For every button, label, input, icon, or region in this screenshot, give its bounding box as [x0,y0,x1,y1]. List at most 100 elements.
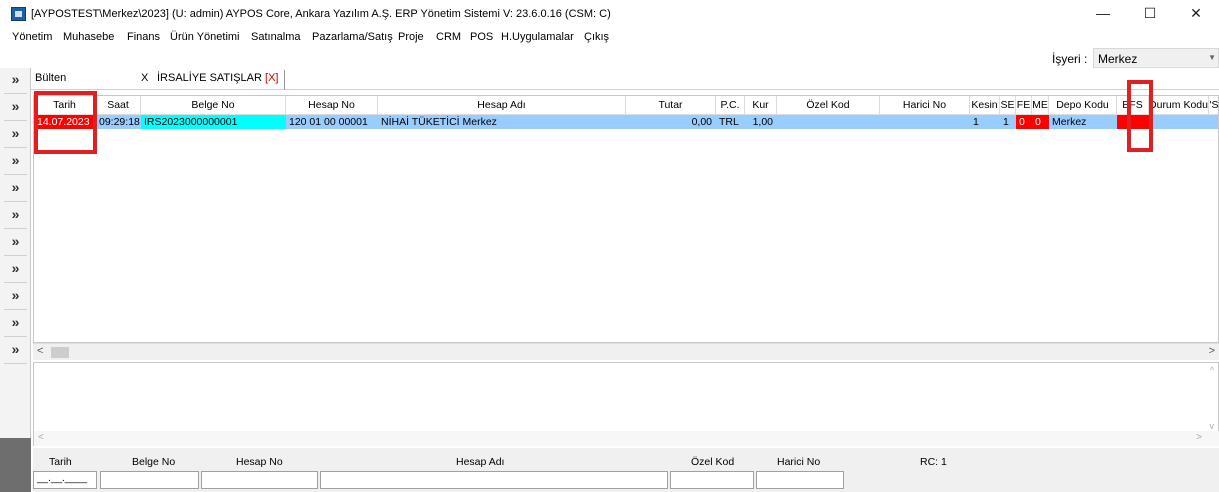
grid-horizontal-scrollbar[interactable]: < > [33,343,1219,360]
tab-irsaliye-satislar[interactable]: İRSALİYE SATIŞLAR [X] [157,70,286,90]
date-mask: __.__.____ [37,473,88,484]
cell-hesap-adi: NİHAİ TÜKETİCİ Merkez [381,116,497,128]
filter-hesap-no-field[interactable] [201,471,318,489]
close-button[interactable]: ✕ [1173,0,1219,27]
chevron-down-icon: ▼ [1208,53,1216,62]
menu-finans[interactable]: Finans [127,31,160,43]
filter-label-hesap-no: Hesap No [236,456,283,468]
cell-kesin: 1 [973,116,979,128]
table-row[interactable]: 14.07.2023 09:29:18 IRS2023000000001 120… [34,115,1218,129]
rail-expand-button[interactable]: » [4,122,27,148]
highlight-box-efs [1127,80,1153,152]
minimize-button[interactable]: — [1080,0,1126,27]
tab-bar: Bülten X İRSALİYE SATIŞLAR [X] [31,68,1219,90]
menu-urun-yonetimi[interactable]: Ürün Yönetimi [170,31,240,43]
rail-expand-button[interactable]: » [4,284,27,310]
cell-saat: 09:29:18 [99,116,140,128]
filter-label-harici-no: Harici No [777,456,821,468]
menu-cikis[interactable]: Çıkış [584,31,609,43]
col-header-hesap-adi[interactable]: Hesap Adı [378,96,626,115]
col-header-tutar[interactable]: Tutar [626,96,716,115]
isyeri-value: Merkez [1098,52,1138,66]
scroll-right-icon[interactable]: > [1196,432,1202,443]
maximize-button[interactable]: ☐ [1127,0,1173,27]
rail-expand-button[interactable]: » [4,257,27,283]
col-header-harici-no[interactable]: Harici No [880,96,970,115]
rail-expand-button[interactable]: » [4,203,27,229]
filter-date-field[interactable]: __.__.____ [33,471,97,489]
filter-label-hesap-adi: Hesap Adı [456,456,505,468]
filter-label-tarih: Tarih [49,456,72,468]
filter-label-ozel-kod: Özel Kod [691,456,735,468]
filter-label-belge-no: Belge No [132,456,176,468]
left-rail: » » » » » » » » » » » [0,68,31,492]
col-header-hesap-no[interactable]: Hesap No [286,96,378,115]
detail-horizontal-scrollbar[interactable]: < > [34,431,1219,446]
scroll-up-icon[interactable]: ^ [1210,365,1214,375]
tab-irsaliye-label: İRSALİYE SATIŞLAR [157,72,262,84]
cell-se: 1 [1003,116,1009,128]
menu-satinalma[interactable]: Satınalma [251,31,301,43]
record-count: RC: 1 [920,456,947,468]
col-header-kur[interactable]: Kur [745,96,777,115]
menu-h-uygulamalar[interactable]: H.Uygulamalar [501,31,574,43]
col-header-extra[interactable]: 'S [1209,96,1218,115]
col-header-saat[interactable]: Saat [96,96,141,115]
menu-yonetim[interactable]: Yönetim [12,31,52,43]
scroll-thumb[interactable] [51,347,69,358]
app-icon [11,7,26,21]
irsaliye-grid: Tarih Saat Belge No Hesap No Hesap Adı T… [33,95,1219,343]
cell-harici-no [880,115,970,129]
filter-ozel-kod-field[interactable] [670,471,754,489]
detail-panel: ^ v < > [33,362,1219,446]
menu-pazarlama-satis[interactable]: Pazarlama/Satış [312,31,393,43]
isyeri-label: İşyeri : [1052,52,1088,66]
filter-harici-no-field[interactable] [756,471,844,489]
cell-hesap-no: 120 01 00 00001 [289,116,368,128]
scroll-right-icon[interactable]: > [1209,345,1215,357]
rail-expand-button[interactable]: » [4,311,27,337]
cell-pc: TRL [719,116,739,128]
scroll-left-icon[interactable]: < [38,432,44,443]
col-header-se[interactable]: SE [1000,96,1016,115]
col-header-me[interactable]: ME [1032,96,1049,115]
highlight-box-tarih [34,91,97,154]
menu-pos[interactable]: POS [470,31,493,43]
menu-crm[interactable]: CRM [436,31,461,43]
menu-bar: Yönetim Muhasebe Finans Ürün Yönetimi Sa… [0,27,1219,47]
scroll-left-icon[interactable]: < [37,345,43,357]
tab-bulten[interactable]: Bülten [35,72,66,84]
tab-bulten-close[interactable]: X [141,72,148,84]
col-header-ozel-kod[interactable]: Özel Kod [777,96,880,115]
window-title: [AYPOSTEST\Merkez\2023] (U: admin) AYPOS… [31,8,611,20]
cell-fe: 0 [1016,115,1032,129]
menu-muhasebe[interactable]: Muhasebe [63,31,114,43]
filter-bar: Tarih Belge No Hesap No Hesap Adı Özel K… [33,448,1219,492]
cell-ozel-kod [777,115,880,129]
title-bar: [AYPOSTEST\Merkez\2023] (U: admin) AYPOS… [0,0,1219,27]
rail-bottom-panel [0,438,31,492]
cell-kur: 1,00 [752,116,773,128]
cell-durum-kodu [1149,115,1209,129]
menu-proje[interactable]: Proje [398,31,424,43]
col-header-depo-kodu[interactable]: Depo Kodu [1049,96,1117,115]
rail-expand-button[interactable]: » [4,95,27,121]
col-header-kesin[interactable]: Kesin [970,96,1000,115]
rail-expand-button[interactable]: » [4,149,27,175]
filter-hesap-adi-field[interactable] [320,471,668,489]
col-header-durum-kodu[interactable]: Durum Kodu [1149,96,1209,115]
rail-expand-button[interactable]: » [4,230,27,256]
scroll-down-icon[interactable]: v [1210,421,1215,431]
col-header-fe[interactable]: FE [1016,96,1032,115]
col-header-pc[interactable]: P.C. [716,96,745,115]
rail-expand-button[interactable]: » [4,338,27,364]
cell-depo-kodu: Merkez [1052,116,1087,128]
rail-expand-button[interactable]: » [4,68,27,94]
cell-me: 0 [1032,115,1049,129]
col-header-belge-no[interactable]: Belge No [141,96,286,115]
isyeri-select[interactable]: Merkez ▼ [1093,48,1219,68]
filter-belge-no-field[interactable] [100,471,199,489]
cell-tutar: 0,00 [691,116,712,128]
rail-expand-button[interactable]: » [4,176,27,202]
tab-irsaliye-close[interactable]: [X] [265,72,278,84]
